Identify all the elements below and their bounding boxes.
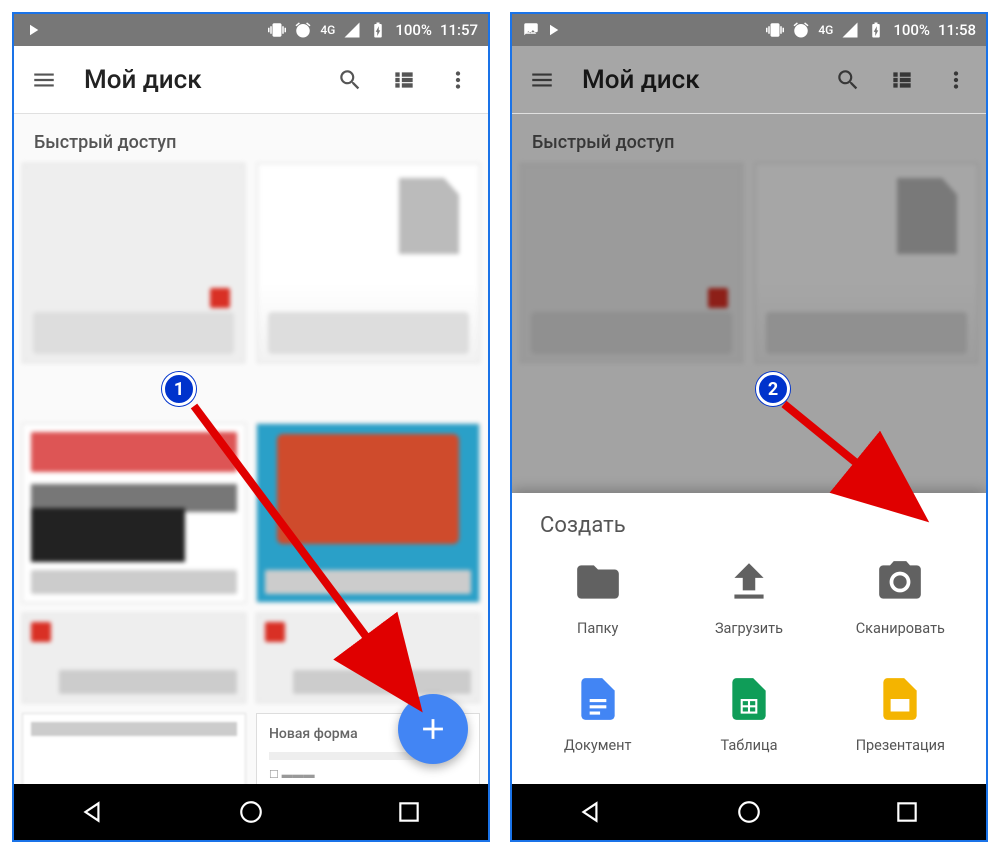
image-notification-icon — [522, 21, 540, 39]
create-slides-label: Презентация — [856, 737, 945, 754]
vibrate-icon — [766, 21, 784, 39]
status-bar: 4G 100% 11:58 — [512, 14, 986, 46]
create-slides-option[interactable]: Презентация — [825, 673, 976, 754]
nav-recent-button[interactable] — [395, 798, 423, 826]
menu-button[interactable] — [30, 66, 58, 94]
create-sheet-option[interactable]: Таблица — [673, 673, 824, 754]
alarm-icon — [294, 21, 312, 39]
annotation-arrow-1 — [174, 394, 434, 714]
quick-card[interactable] — [22, 163, 245, 363]
create-doc-label: Документ — [564, 737, 632, 754]
battery-text: 100% — [893, 21, 930, 39]
overflow-button[interactable] — [444, 66, 472, 94]
create-sheet-label: Таблица — [720, 737, 777, 754]
clock-text: 11:57 — [440, 21, 478, 39]
network-type: 4G — [818, 23, 833, 37]
create-scan-option[interactable]: Сканировать — [825, 556, 976, 637]
create-bottom-sheet: Создать Папку Загрузить Сканировать Доку… — [512, 493, 986, 784]
battery-charging-icon — [867, 21, 885, 39]
more-vert-icon — [445, 67, 471, 93]
triangle-back-icon — [80, 799, 106, 825]
clock-text: 11:58 — [938, 21, 976, 39]
system-nav-bar — [512, 784, 986, 840]
view-toggle-button[interactable] — [390, 66, 418, 94]
battery-charging-icon — [369, 21, 387, 39]
square-recent-icon — [894, 799, 920, 825]
upload-icon — [724, 557, 774, 607]
quick-card[interactable] — [257, 163, 480, 363]
sheets-icon — [724, 674, 774, 724]
square-recent-icon — [396, 799, 422, 825]
annotation-badge-2: 2 — [756, 372, 790, 406]
slides-icon — [875, 674, 925, 724]
circle-home-icon — [736, 799, 762, 825]
triangle-back-icon — [578, 799, 604, 825]
annotation-badge-1: 1 — [162, 372, 196, 406]
create-doc-option[interactable]: Документ — [522, 673, 673, 754]
create-upload-option[interactable]: Загрузить — [673, 556, 824, 637]
content-area: Быстрый доступ — [14, 114, 488, 784]
nav-back-button[interactable] — [79, 798, 107, 826]
camera-icon — [875, 557, 925, 607]
docs-icon — [573, 674, 623, 724]
circle-home-icon — [238, 799, 264, 825]
hamburger-icon — [31, 67, 57, 93]
annotation-arrow-2 — [772, 392, 942, 522]
nav-home-button[interactable] — [237, 798, 265, 826]
status-bar: 4G 100% 11:57 — [14, 14, 488, 46]
app-bar: Мой диск — [14, 46, 488, 114]
nav-recent-button[interactable] — [893, 798, 921, 826]
search-button[interactable] — [336, 66, 364, 94]
quick-access-label: Быстрый доступ — [14, 114, 488, 163]
signal-icon — [343, 21, 361, 39]
phone-screen-2: 4G 100% 11:58 Мой диск Быстрый доступ — [510, 12, 988, 842]
app-notification-icon — [24, 21, 42, 39]
page-title: Мой диск — [84, 65, 310, 95]
file-card[interactable] — [22, 713, 246, 784]
battery-text: 100% — [395, 21, 432, 39]
create-folder-option[interactable]: Папку — [522, 556, 673, 637]
app-bar: Мой диск — [512, 46, 986, 114]
list-view-icon — [391, 67, 417, 93]
nav-back-button[interactable] — [577, 798, 605, 826]
search-icon — [337, 67, 363, 93]
create-scan-label: Сканировать — [856, 620, 945, 637]
network-type: 4G — [320, 23, 335, 37]
system-nav-bar — [14, 784, 488, 840]
create-folder-label: Папку — [577, 620, 618, 637]
alarm-icon — [792, 21, 810, 39]
signal-icon — [841, 21, 859, 39]
phone-screen-1: 4G 100% 11:57 Мой диск Быстрый доступ — [12, 12, 490, 842]
create-upload-label: Загрузить — [715, 620, 783, 637]
plus-icon — [416, 712, 450, 746]
folder-icon — [573, 557, 623, 607]
nav-home-button[interactable] — [735, 798, 763, 826]
content-area: Быстрый доступ Создать Папку — [512, 114, 986, 784]
app-notification-icon — [544, 21, 562, 39]
vibrate-icon — [268, 21, 286, 39]
